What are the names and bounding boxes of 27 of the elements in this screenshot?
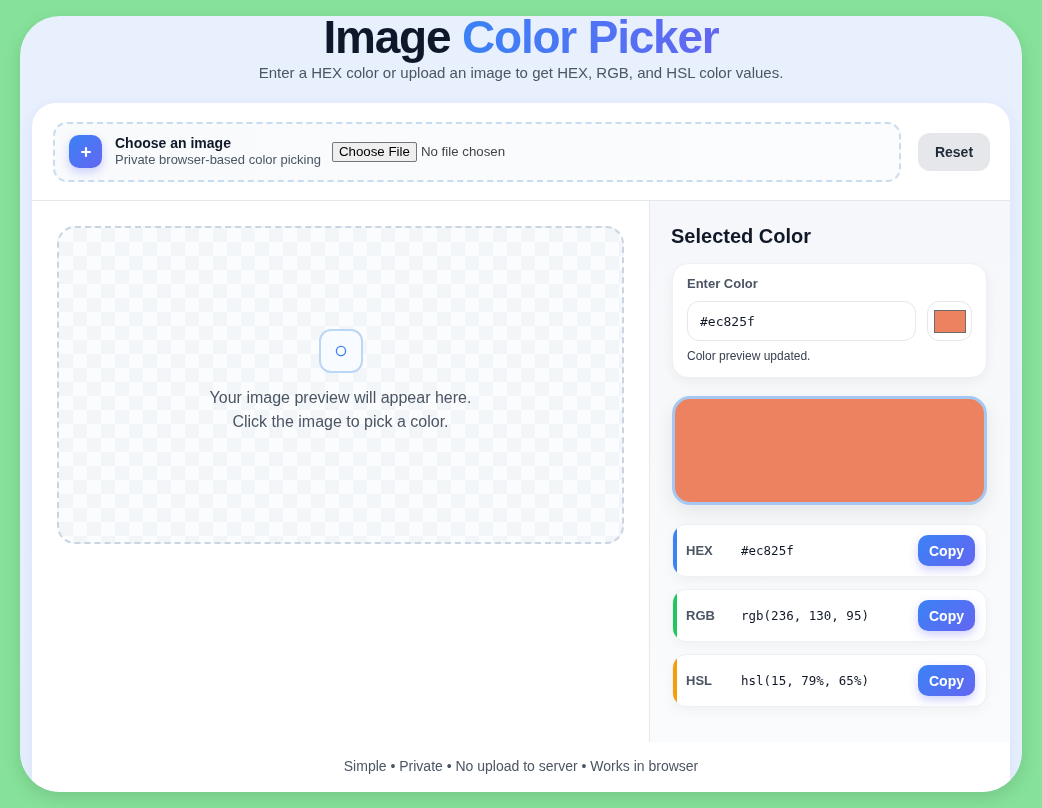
footer-text: Simple • Private • No upload to server • Works in browser (343, 758, 699, 774)
panel-heading: Selected Color (671, 224, 813, 248)
choose-file-button[interactable]: Choose File (331, 141, 417, 162)
color-value-text: hsl(15, 79%, 65%) (741, 673, 870, 688)
value-label: RGB (686, 608, 716, 623)
subtitle-text: Enter a HEX color or upload an image to get HEX, RGB, and HSL color values. (258, 63, 784, 83)
title-text: Image (323, 16, 451, 63)
upload-subtitle: Private browser-based color picking (115, 152, 321, 168)
preview-hint-text: Click the image to pick a color. (232, 411, 449, 432)
copy-button[interactable]: Copy (918, 665, 975, 696)
value-label: HSL (686, 673, 713, 688)
copy-button[interactable]: Copy (918, 600, 975, 631)
value-label: HEX (686, 543, 714, 558)
color-value-text: #ec825f (741, 543, 795, 558)
status-text: Color preview updated. (687, 348, 812, 364)
preview-hint-text: Your image preview will appear here. (209, 387, 472, 408)
plus-icon (69, 135, 102, 168)
upload-dropzone[interactable]: Choose an image Private browser-based color picking Choose File No file chosen (53, 121, 901, 182)
color-value-text: rgb(236, 130, 95) (741, 608, 870, 623)
hex-input-field[interactable]: #ec825f (687, 301, 917, 341)
upload-title: Choose an image (115, 135, 232, 152)
color-picker-button[interactable] (927, 301, 972, 341)
copy-button[interactable]: Copy (918, 535, 975, 566)
field-label: Enter Color (687, 276, 759, 292)
image-preview-area[interactable]: Your image preview will appear here. Click the image to pick a color. (57, 226, 624, 544)
reset-button[interactable]: Reset (918, 132, 990, 171)
file-status-text: No file chosen (420, 144, 506, 159)
